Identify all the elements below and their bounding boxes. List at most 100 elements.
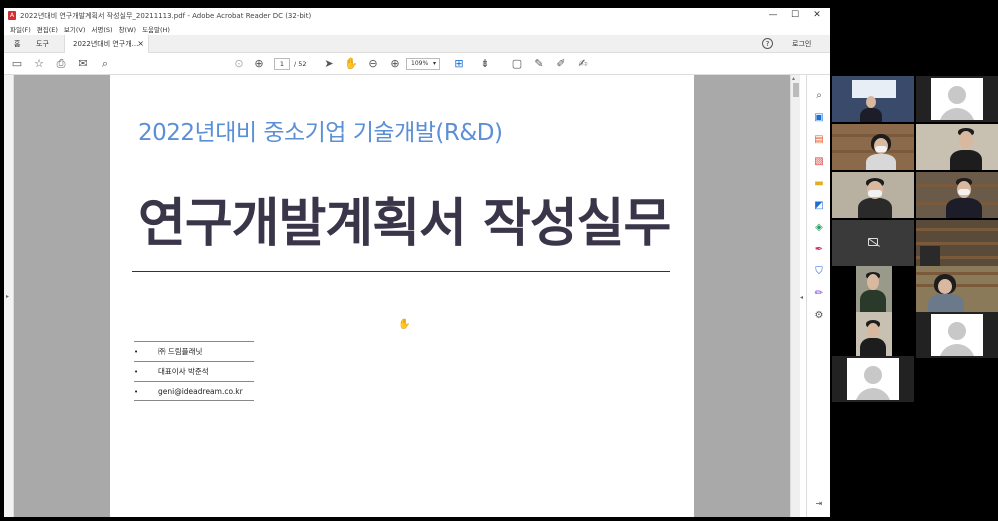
bullet: • (134, 368, 139, 376)
page-up-icon[interactable]: ⊙ (232, 57, 246, 71)
video-tile[interactable] (916, 76, 998, 122)
page-total: / 52 (294, 60, 307, 68)
info-text: ㈜ 드림플래닛 (158, 347, 203, 356)
fit-page-icon[interactable]: ⊞ (452, 57, 466, 71)
zoom-search-icon[interactable]: ⌕ (812, 89, 826, 103)
scroll-up-icon[interactable]: ▴ (792, 75, 795, 82)
default-avatar-icon (847, 358, 899, 400)
menu-window[interactable]: 창(W) (119, 24, 136, 34)
video-tile[interactable] (856, 266, 892, 312)
video-tile[interactable] (916, 266, 998, 312)
comment-icon[interactable]: ▢ (510, 57, 524, 71)
pdf-page: 2022년대비 중소기업 기술개발(R&D) 연구개발계획서 작성실무 ✋ • … (110, 75, 694, 517)
menu-view[interactable]: 보기(V) (64, 24, 85, 34)
acrobat-window: A 2022년대비 연구개발계획서 작성실무_20211113.pdf - Ad… (4, 8, 830, 517)
video-gallery (830, 76, 998, 404)
comment-tool-icon[interactable]: ▬ (812, 177, 826, 191)
tools-pane: ⌕ ▣ ▤ ▧ ▬ ◩ ◈ ✒ ⛉ ✏ ⚙ ⇥ (806, 75, 830, 517)
document-subtitle: 2022년대비 중소기업 기술개발(R&D) (138, 120, 503, 146)
hand-tool-icon[interactable]: ✋ (344, 57, 358, 71)
vertical-scrollbar[interactable]: ▴ (790, 75, 800, 517)
minimize-button[interactable]: — (762, 8, 784, 23)
video-tile[interactable] (832, 220, 914, 266)
highlight-pen-icon[interactable]: ✎ (532, 57, 546, 71)
zoom-in-icon[interactable]: ⊕ (388, 57, 402, 71)
info-name: • 대표이사 박준석 (134, 361, 254, 381)
menu-help[interactable]: 도움말(H) (142, 24, 170, 34)
camera-off-icon (868, 238, 878, 246)
maximize-button[interactable]: ☐ (784, 8, 806, 23)
sign-icon[interactable]: ✍ (576, 57, 590, 71)
presenter-info: • ㈜ 드림플래닛 • 대표이사 박준석 • geni@ideadream.co… (134, 341, 254, 401)
scroll-thumb[interactable] (793, 83, 799, 97)
menu-bar: 파일(F) 편집(E) 보기(V) 서명(S) 창(W) 도움말(H) (4, 23, 830, 35)
page-number-input[interactable]: 1 (274, 58, 290, 70)
email-icon[interactable]: ✉ (76, 57, 90, 71)
fill-sign-icon[interactable]: ✒ (812, 243, 826, 257)
close-window-button[interactable]: ✕ (806, 8, 828, 23)
menu-file[interactable]: 파일(F) (10, 24, 31, 34)
video-tile[interactable] (916, 220, 998, 266)
page-down-icon[interactable]: ⊕ (252, 57, 266, 71)
select-cursor-icon[interactable]: ➤ (322, 57, 336, 71)
info-company: • ㈜ 드림플래닛 (134, 341, 254, 361)
video-tile[interactable] (832, 76, 914, 122)
protect-icon[interactable]: ⛉ (812, 265, 826, 279)
video-tile[interactable] (856, 312, 892, 358)
camera-off-tile (832, 220, 914, 266)
tab-bar: 홈 도구 2022년대비 연구개... × ? 로그인 (4, 35, 830, 53)
login-button[interactable]: 로그인 (784, 35, 819, 53)
video-tile[interactable] (832, 172, 914, 218)
save-icon[interactable]: ▭ (10, 57, 24, 71)
navigation-pane-strip[interactable]: ▸ (4, 75, 14, 517)
info-text: 대표이사 박준석 (158, 367, 209, 376)
info-text: geni@ideadream.co.kr (158, 387, 243, 396)
projection-screen (852, 80, 896, 98)
chair (920, 246, 940, 266)
tab-document-label: 2022년대비 연구개... (73, 40, 139, 48)
document-title: 연구개발계획서 작성실무 (138, 194, 671, 254)
bullet: • (134, 388, 139, 396)
edit-pdf-icon[interactable]: ◩ (812, 199, 826, 213)
zoom-out-icon[interactable]: ⊖ (366, 57, 380, 71)
menu-sign[interactable]: 서명(S) (91, 24, 112, 34)
bookmark-star-icon[interactable]: ☆ (32, 57, 46, 71)
scroll-mode-icon[interactable]: ⇟ (478, 57, 492, 71)
zoom-value: 109% (411, 60, 429, 67)
bullet: • (134, 348, 139, 356)
video-tile[interactable] (916, 312, 998, 358)
help-icon[interactable]: ? (762, 35, 773, 53)
export-pdf-icon[interactable]: ▧ (812, 155, 826, 169)
draw-pen-icon[interactable]: ✏ (812, 287, 826, 301)
window-title: 2022년대비 연구개발계획서 작성실무_20211113.pdf - Adob… (20, 11, 312, 20)
default-avatar-icon (931, 314, 983, 356)
title-bar: A 2022년대비 연구개발계획서 작성실무_20211113.pdf - Ad… (4, 8, 830, 23)
print-icon[interactable]: ⎙ (54, 57, 68, 71)
close-tab-icon[interactable]: × (137, 35, 144, 53)
collapse-tools-pane-icon[interactable]: ◂ (800, 294, 803, 301)
tab-home[interactable]: 홈 (6, 35, 28, 53)
enhance-scan-icon[interactable]: ◈ (812, 221, 826, 235)
video-tile[interactable] (832, 356, 914, 402)
expand-left-pane-icon[interactable]: ▸ (6, 293, 9, 300)
collapse-pane-icon[interactable]: ⇥ (812, 497, 826, 511)
draw-icon[interactable]: ✐ (554, 57, 568, 71)
title-divider (132, 271, 670, 272)
info-email: • geni@ideadream.co.kr (134, 381, 254, 401)
acrobat-pdf-icon: A (8, 11, 16, 20)
create-pdf-icon[interactable]: ▣ (812, 111, 826, 125)
default-avatar-icon (931, 78, 983, 120)
tab-document[interactable]: 2022년대비 연구개... × (64, 35, 149, 53)
organize-pages-icon[interactable]: ▤ (812, 133, 826, 147)
more-tools-icon[interactable]: ⚙ (812, 309, 826, 323)
zoom-select[interactable]: 109% ▾ (406, 58, 440, 70)
video-tile[interactable] (916, 124, 998, 170)
video-tile[interactable] (916, 172, 998, 218)
search-icon[interactable]: ⌕ (98, 57, 112, 71)
video-tile[interactable] (832, 124, 914, 170)
menu-edit[interactable]: 편집(E) (37, 24, 58, 34)
chevron-down-icon: ▾ (432, 60, 436, 67)
document-viewport[interactable]: ▸ 2022년대비 중소기업 기술개발(R&D) 연구개발계획서 작성실무 ✋ … (4, 75, 800, 517)
tab-tools[interactable]: 도구 (28, 35, 57, 53)
toolbar: ▭ ☆ ⎙ ✉ ⌕ ⊙ ⊕ 1 / 52 ➤ ✋ ⊖ ⊕ 109% ▾ ⊞ ⇟ … (4, 53, 830, 75)
